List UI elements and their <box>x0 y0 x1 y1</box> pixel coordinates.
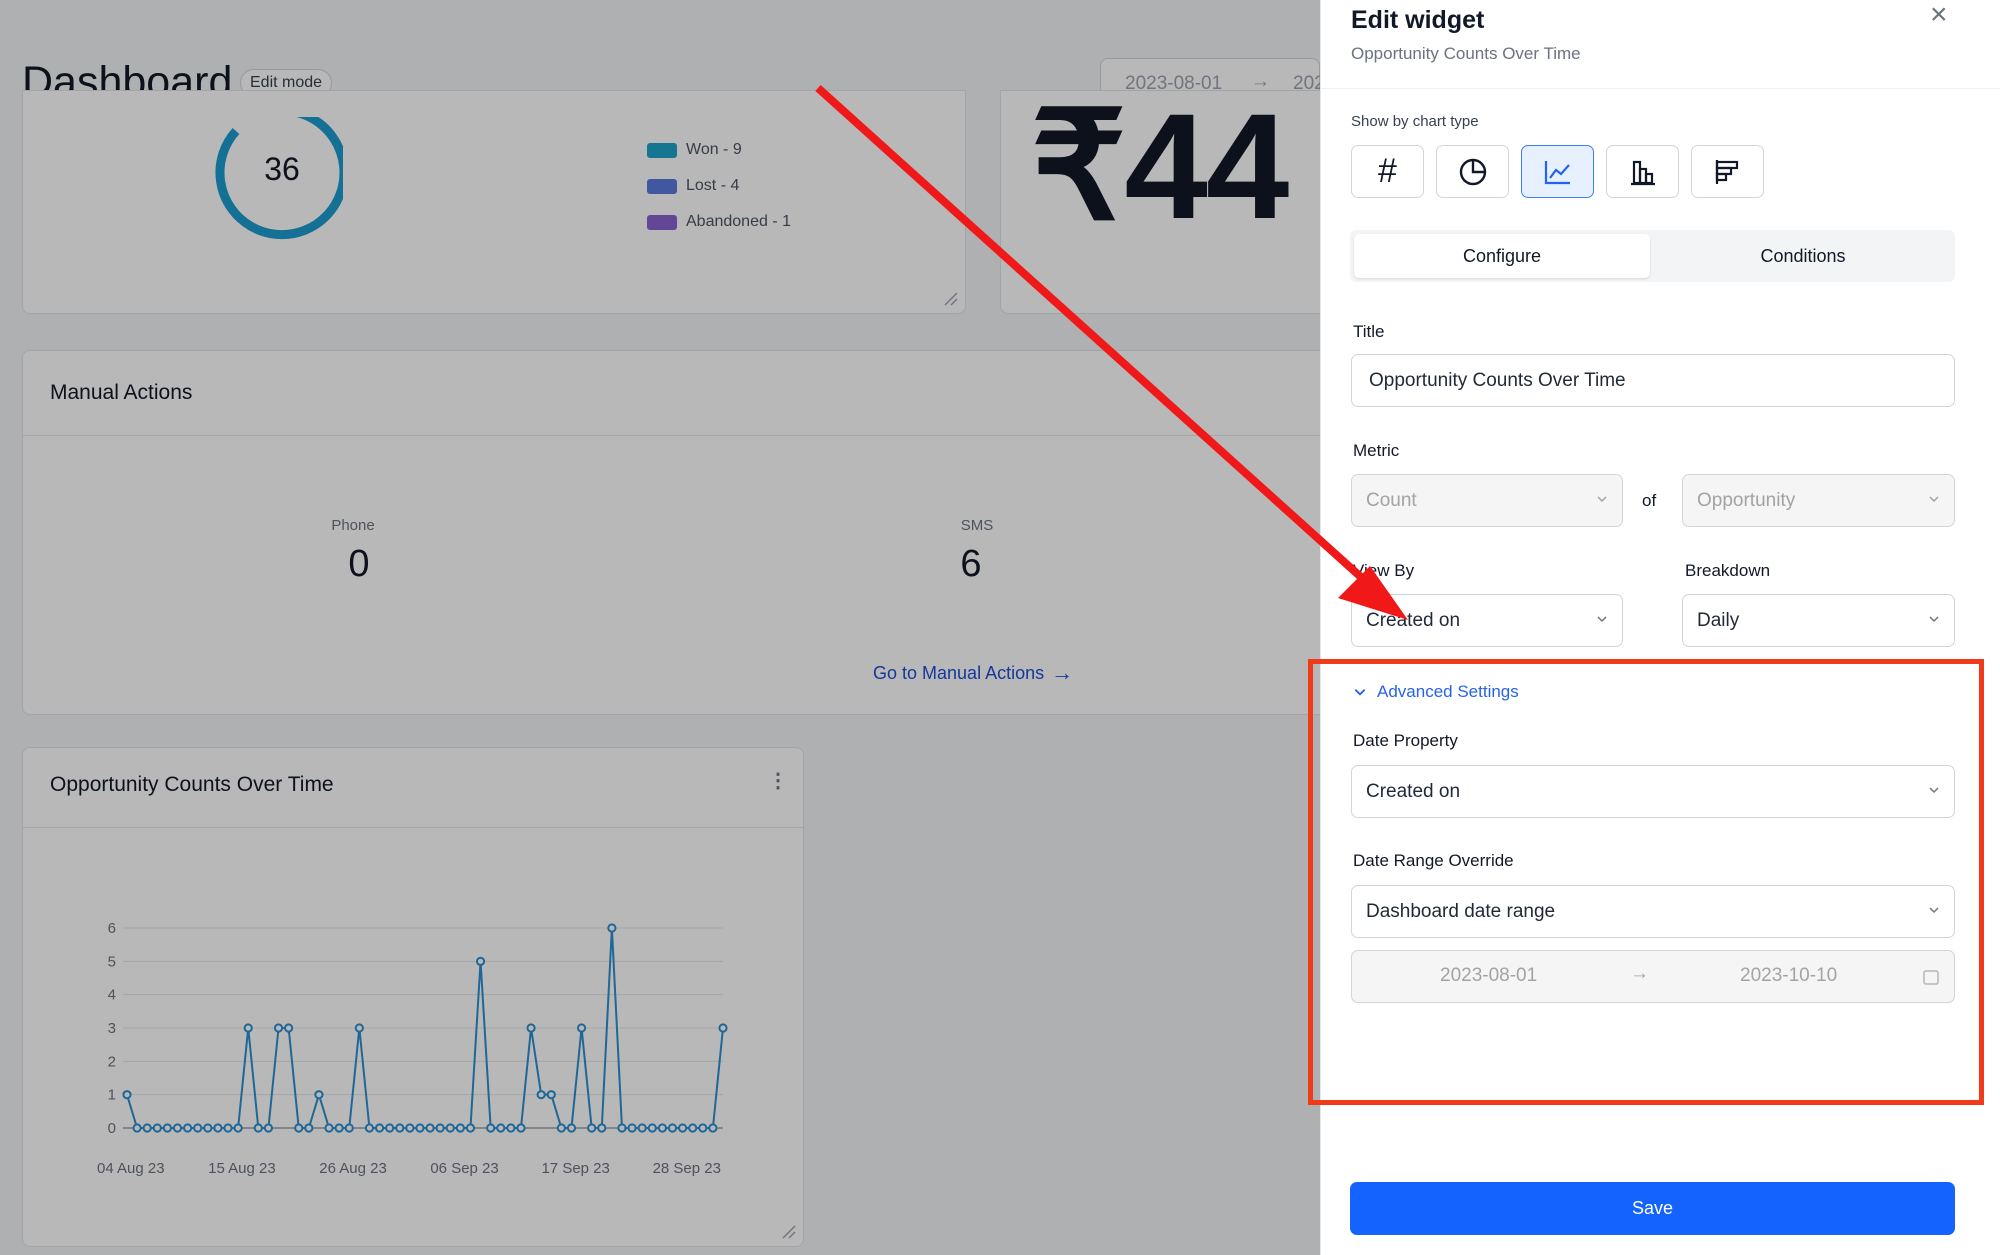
arrow-shaft <box>815 85 1375 590</box>
annotation-arrow <box>815 85 1408 620</box>
arrow-head <box>1338 566 1408 620</box>
